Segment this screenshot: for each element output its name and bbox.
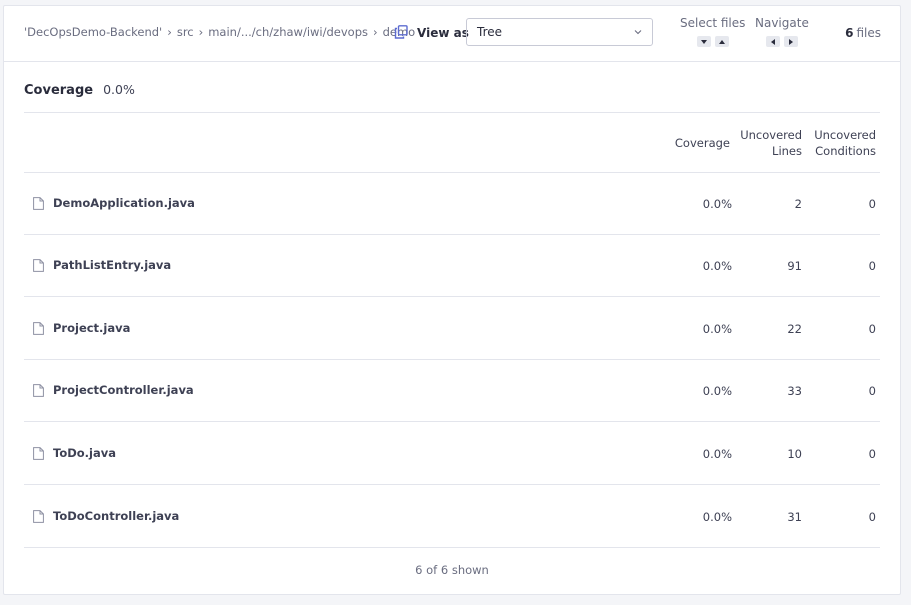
column-header-uncovered-lines-label-2: Lines bbox=[772, 144, 802, 158]
column-header-uncovered-lines[interactable]: Uncovered Lines bbox=[740, 127, 802, 159]
table-row: ToDo.java 0.0% 10 0 bbox=[24, 423, 880, 485]
row-uncovered-lines[interactable]: 91 bbox=[787, 259, 802, 273]
row-uncovered-lines[interactable]: 22 bbox=[787, 322, 802, 336]
files-count-number: 6 bbox=[845, 26, 854, 40]
file-name-link[interactable]: ProjectController.java bbox=[53, 383, 194, 397]
column-header-uncovered-conditions-label-1: Uncovered bbox=[814, 128, 876, 142]
breadcrumb-path[interactable]: main/.../ch/zhaw/iwi/devops bbox=[208, 25, 368, 39]
shown-count: 6 of 6 shown bbox=[415, 563, 489, 577]
row-coverage: 0.0% bbox=[702, 197, 732, 211]
arrow-right-icon bbox=[788, 38, 793, 45]
column-header-uncovered-conditions[interactable]: Uncovered Conditions bbox=[814, 127, 876, 159]
column-header-coverage-label: Coverage bbox=[674, 136, 730, 150]
arrow-up-icon bbox=[718, 39, 725, 44]
breadcrumb-project[interactable]: 'DecOpsDemo-Backend' bbox=[24, 25, 162, 39]
view-as-select[interactable]: Tree bbox=[466, 18, 653, 46]
row-coverage: 0.0% bbox=[702, 322, 732, 336]
column-header-uncovered-conditions-label-2: Conditions bbox=[815, 144, 876, 158]
row-uncovered-conditions: 0 bbox=[868, 447, 876, 461]
toolbar: 'DecOpsDemo-Backend' › src › main/.../ch… bbox=[4, 6, 900, 62]
coverage-summary: Coverage 0.0% bbox=[24, 82, 135, 98]
row-uncovered-conditions: 0 bbox=[868, 197, 876, 211]
coverage-summary-value: 0.0% bbox=[103, 82, 135, 97]
chevron-right-icon: › bbox=[373, 25, 378, 39]
row-uncovered-lines[interactable]: 10 bbox=[787, 447, 802, 461]
file-name-link[interactable]: ToDoController.java bbox=[53, 509, 179, 523]
divider bbox=[24, 112, 880, 113]
file-icon bbox=[33, 259, 44, 272]
coverage-summary-label: Coverage bbox=[24, 83, 94, 98]
file-icon bbox=[33, 384, 44, 397]
chevron-right-icon: › bbox=[167, 25, 172, 39]
copy-icon[interactable] bbox=[394, 25, 408, 39]
chevron-down-icon bbox=[634, 30, 642, 35]
select-next-file-button[interactable] bbox=[696, 36, 711, 47]
navigate-back-button[interactable] bbox=[765, 36, 780, 47]
table-row: DemoApplication.java 0.0% 2 0 bbox=[24, 173, 880, 235]
row-uncovered-conditions: 0 bbox=[868, 322, 876, 336]
breadcrumb: 'DecOpsDemo-Backend' › src › main/.../ch… bbox=[24, 25, 415, 39]
arrow-down-icon bbox=[700, 39, 707, 44]
row-uncovered-conditions: 0 bbox=[868, 510, 876, 524]
row-uncovered-lines[interactable]: 31 bbox=[787, 510, 802, 524]
chevron-right-icon: › bbox=[198, 25, 204, 39]
table-row: Project.java 0.0% 22 0 bbox=[24, 298, 880, 360]
file-name-link[interactable]: PathListEntry.java bbox=[53, 258, 171, 272]
row-uncovered-conditions: 0 bbox=[868, 384, 876, 398]
row-uncovered-lines[interactable]: 33 bbox=[787, 384, 802, 398]
file-name-link[interactable]: ToDo.java bbox=[53, 446, 116, 460]
table-row: ProjectController.java 0.0% 33 0 bbox=[24, 360, 880, 422]
view-as-label: View as bbox=[417, 26, 469, 40]
file-icon bbox=[33, 197, 44, 210]
navigate-forward-button[interactable] bbox=[783, 36, 798, 47]
view-as-selected-value: Tree bbox=[477, 25, 503, 39]
column-header-coverage[interactable]: Coverage bbox=[675, 135, 730, 151]
navigate-label: Navigate bbox=[755, 16, 809, 30]
row-coverage: 0.0% bbox=[702, 384, 732, 398]
code-tree-panel: 'DecOpsDemo-Backend' › src › main/.../ch… bbox=[3, 5, 901, 595]
file-icon bbox=[33, 510, 44, 523]
select-files-group: Select files bbox=[680, 16, 745, 47]
row-coverage: 0.0% bbox=[702, 510, 732, 524]
column-header-uncovered-lines-label-1: Uncovered bbox=[740, 128, 802, 142]
select-previous-file-button[interactable] bbox=[714, 36, 729, 47]
breadcrumb-src[interactable]: src bbox=[177, 25, 194, 39]
file-icon bbox=[33, 322, 44, 335]
row-coverage: 0.0% bbox=[702, 259, 732, 273]
row-uncovered-lines[interactable]: 2 bbox=[795, 197, 802, 211]
navigate-group: Navigate bbox=[755, 16, 809, 47]
select-files-label: Select files bbox=[680, 16, 746, 30]
row-uncovered-conditions: 0 bbox=[868, 259, 876, 273]
file-name-link[interactable]: DemoApplication.java bbox=[53, 196, 195, 210]
row-coverage: 0.0% bbox=[702, 447, 732, 461]
table-row: PathListEntry.java 0.0% 91 0 bbox=[24, 235, 880, 297]
files-count-unit: files bbox=[856, 26, 881, 40]
arrow-left-icon bbox=[770, 38, 775, 45]
files-count: 6 files bbox=[845, 26, 881, 40]
file-name-link[interactable]: Project.java bbox=[53, 321, 130, 335]
table-row: ToDoController.java 0.0% 31 0 bbox=[24, 486, 880, 548]
file-icon bbox=[33, 447, 44, 460]
